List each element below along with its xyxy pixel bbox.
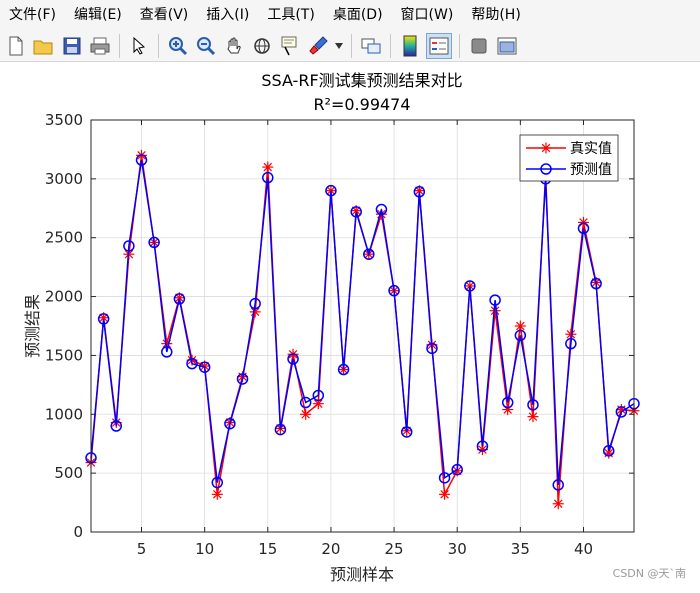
menu-desktop[interactable]: 桌面(D) xyxy=(324,0,392,30)
x-tick-label: 25 xyxy=(385,540,404,558)
x-axis-label: 预测样本 xyxy=(330,565,394,584)
y-tick-label: 2000 xyxy=(45,288,83,306)
data-cursor-icon[interactable] xyxy=(278,34,302,58)
x-tick-label: 15 xyxy=(258,540,277,558)
chart-svg: SSA-RF测试集预测结果对比 R²=0.99474 5 10 15 20 25 30 35… xyxy=(23,71,640,584)
watermark: CSDN @天`南 xyxy=(612,567,686,580)
x-tick-label: 40 xyxy=(574,540,593,558)
y-tick-label: 2500 xyxy=(45,229,83,247)
hide-plot-tools-icon[interactable] xyxy=(467,34,491,58)
x-tick-label: 5 xyxy=(137,540,147,558)
toolbar-separator xyxy=(351,33,352,58)
menu-help[interactable]: 帮助(H) xyxy=(462,0,529,30)
toolbar-separator xyxy=(390,33,391,58)
chevron-down-icon[interactable] xyxy=(334,34,344,58)
new-file-icon[interactable] xyxy=(4,34,28,58)
legend-label-true: 真实值 xyxy=(570,141,612,157)
chart-subtitle: R²=0.99474 xyxy=(313,95,410,114)
y-tick-label: 3000 xyxy=(45,170,83,188)
menu-file[interactable]: 文件(F) xyxy=(0,0,65,30)
toolbar-separator xyxy=(158,33,159,58)
chart-title: SSA-RF测试集预测结果对比 xyxy=(261,71,462,90)
menu-view[interactable]: 查看(V) xyxy=(131,0,198,30)
true-value-marker xyxy=(439,488,451,500)
x-tick-label: 20 xyxy=(321,540,340,558)
menu-tools[interactable]: 工具(T) xyxy=(258,0,323,30)
y-axis-label: 预测结果 xyxy=(23,294,42,358)
menu-window[interactable]: 窗口(W) xyxy=(392,0,463,30)
rotate-3d-icon[interactable] xyxy=(250,34,274,58)
figure-toolbar xyxy=(0,30,700,62)
show-plot-tools-icon[interactable] xyxy=(495,34,519,58)
legend[interactable]: 真实值 预测值 xyxy=(519,134,619,182)
legend-label-pred: 预测值 xyxy=(570,162,612,178)
save-icon[interactable] xyxy=(60,34,84,58)
link-plot-icon[interactable] xyxy=(359,34,383,58)
open-folder-icon[interactable] xyxy=(32,34,56,58)
x-tick-label: 30 xyxy=(448,540,467,558)
y-tick-label: 1500 xyxy=(45,346,83,364)
true-value-marker xyxy=(552,498,564,510)
y-tick-label: 1000 xyxy=(45,405,83,423)
menu-edit[interactable]: 编辑(E) xyxy=(65,0,131,30)
zoom-in-icon[interactable] xyxy=(166,34,190,58)
colorbar-icon[interactable] xyxy=(398,34,422,58)
menu-insert[interactable]: 插入(I) xyxy=(197,0,258,30)
menu-bar: 文件(F) 编辑(E) 查看(V) 插入(I) 工具(T) 桌面(D) 窗口(W… xyxy=(0,0,700,30)
brush-icon[interactable] xyxy=(306,34,330,58)
toolbar-separator xyxy=(119,33,120,58)
y-tick-label: 0 xyxy=(73,523,83,541)
x-tick-label: 35 xyxy=(511,540,530,558)
toolbar-separator xyxy=(459,33,460,58)
legend-star-icon xyxy=(540,142,552,154)
legend-marker-true xyxy=(540,142,552,154)
x-tick-label: 10 xyxy=(195,540,214,558)
figure-area: SSA-RF测试集预测结果对比 R²=0.99474 5 10 15 20 25 30 35… xyxy=(0,62,700,589)
legend-icon[interactable] xyxy=(426,32,452,59)
pointer-icon[interactable] xyxy=(127,34,151,58)
y-tick-label: 500 xyxy=(54,464,83,482)
print-icon[interactable] xyxy=(88,34,112,58)
y-tick-label: 3500 xyxy=(45,111,83,129)
pan-hand-icon[interactable] xyxy=(222,34,246,58)
zoom-out-icon[interactable] xyxy=(194,34,218,58)
